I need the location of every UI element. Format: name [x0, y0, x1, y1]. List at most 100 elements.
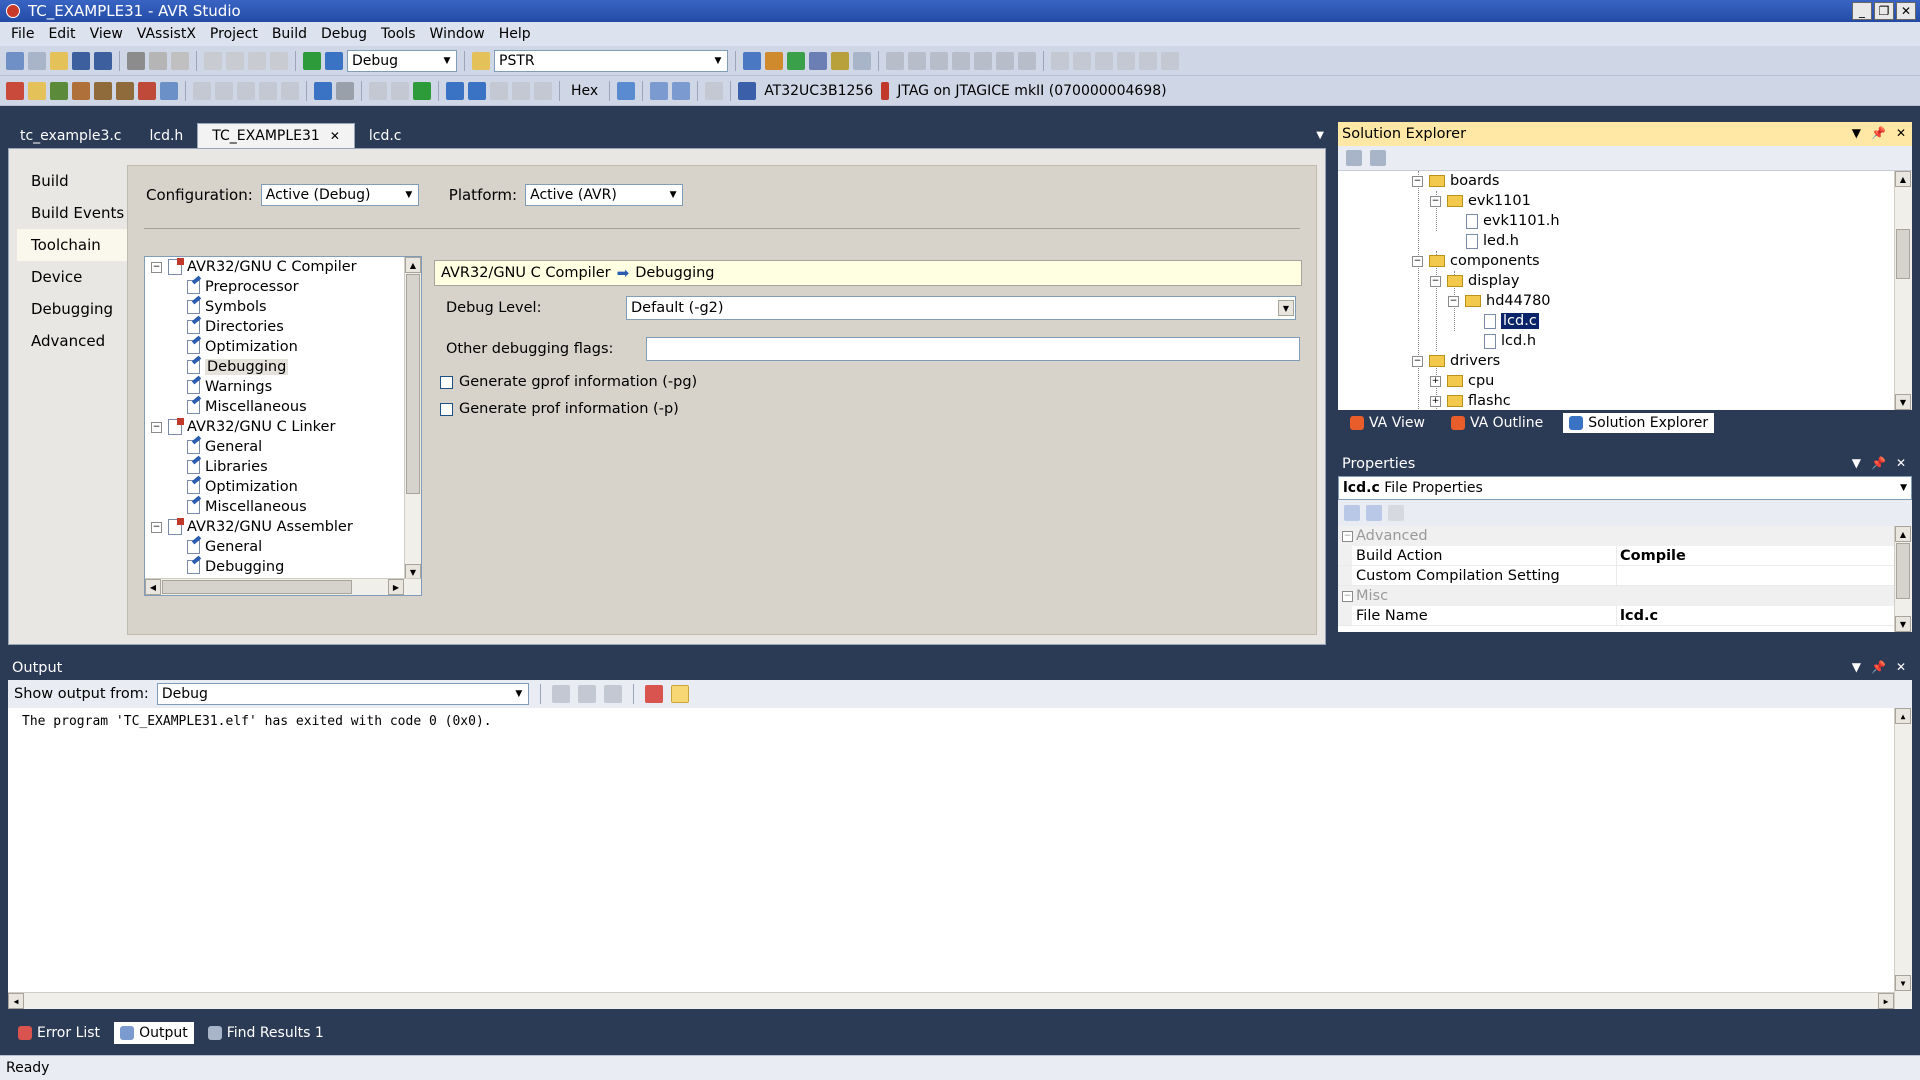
file-node[interactable]: lcd.h [1484, 331, 1536, 351]
save-icon[interactable] [72, 51, 90, 70]
cut-icon[interactable] [127, 51, 145, 70]
tab-error-list[interactable]: Error List [12, 1022, 106, 1044]
folder-node[interactable]: + flashc [1430, 391, 1511, 410]
tree-vertical-scrollbar[interactable]: ▲ ▼ [404, 257, 421, 580]
locals-window-icon[interactable] [672, 81, 691, 100]
debug-tool-label[interactable]: JTAG on JTAGICE mkII (070000004698) [893, 83, 1170, 99]
tree-node[interactable]: Directories [149, 317, 399, 337]
minimize-button[interactable]: _ [1852, 2, 1872, 20]
panel-dropdown-icon[interactable]: ▼ [1852, 126, 1861, 140]
open-folder-icon[interactable] [28, 81, 46, 100]
align-right-icon[interactable] [930, 51, 948, 70]
scroll-thumb[interactable] [406, 274, 420, 494]
copy-icon[interactable] [149, 51, 167, 70]
solution-explorer-icon[interactable] [743, 51, 761, 70]
tab-output[interactable]: Output [114, 1022, 194, 1044]
align-left-icon[interactable] [886, 51, 904, 70]
tree-node[interactable]: Miscellaneous [149, 397, 399, 417]
scroll-left-icon[interactable]: ◀ [145, 579, 161, 595]
pin-icon[interactable]: 📌 [1871, 126, 1886, 140]
panel-dropdown-icon[interactable]: ▼ [1852, 660, 1861, 674]
tab-list-chevron-icon[interactable]: ▼ [1316, 130, 1324, 141]
property-file-name[interactable]: File Name lcd.c [1338, 606, 1912, 626]
tree-node[interactable]: − AVR32/GNU C Linker [149, 417, 399, 437]
menu-debug[interactable]: Debug [314, 26, 374, 42]
nav-build-events[interactable]: Build Events [17, 197, 132, 229]
scroll-down-icon[interactable]: ▼ [1895, 616, 1911, 632]
scroll-up-icon[interactable]: ▲ [1895, 708, 1911, 724]
collapse-icon[interactable]: − [1430, 195, 1441, 207]
configuration-select[interactable]: Active (Debug) ▼ [260, 184, 419, 206]
menu-view[interactable]: View [83, 26, 130, 42]
tab-va-outline[interactable]: VA Outline [1445, 413, 1549, 433]
close-icon[interactable]: ✕ [1896, 660, 1906, 674]
tree-node[interactable]: Symbols [149, 297, 399, 317]
tree-node[interactable]: − AVR32/GNU Assembler [149, 517, 399, 537]
close-tab-icon[interactable]: ✕ [330, 129, 340, 143]
rebuild-icon[interactable] [50, 81, 68, 100]
hex-toggle-button[interactable]: Hex [567, 83, 602, 99]
gprof-checkbox[interactable] [440, 375, 453, 389]
bookmark-toggle-icon[interactable] [1051, 51, 1069, 70]
properties-window-icon[interactable] [765, 51, 783, 70]
categorized-icon[interactable] [1344, 505, 1360, 521]
prof-checkbox[interactable] [440, 402, 453, 416]
find-combo[interactable]: PSTR ▼ [494, 49, 728, 72]
scroll-right-icon[interactable]: ▶ [1878, 993, 1894, 1009]
panel-dropdown-icon[interactable]: ▼ [1852, 456, 1861, 470]
stop-debugging-icon[interactable] [336, 81, 354, 100]
outdent-icon[interactable] [974, 51, 992, 70]
collapse-icon[interactable]: − [1412, 175, 1423, 187]
scroll-thumb[interactable] [1896, 543, 1910, 599]
prof-option[interactable]: Generate prof information (-p) [440, 401, 679, 417]
io-view-icon[interactable] [237, 81, 255, 100]
object-browser-icon[interactable] [787, 51, 805, 70]
scroll-thumb[interactable] [1896, 229, 1910, 279]
nav-advanced[interactable]: Advanced [17, 325, 132, 357]
file-node[interactable]: evk1101.h [1466, 211, 1560, 231]
tab-lcd-h[interactable]: lcd.h [136, 124, 198, 148]
output-scrollbar[interactable]: ▲ ▼ [1894, 708, 1912, 1009]
menu-edit[interactable]: Edit [41, 26, 82, 42]
collapse-icon[interactable]: − [151, 261, 162, 273]
toolbox-icon[interactable] [809, 51, 827, 70]
tab-tc-example3-c[interactable]: tc_example3.c [6, 124, 136, 148]
nav-debugging[interactable]: Debugging [17, 293, 132, 325]
tree-node[interactable]: Debugging [149, 557, 399, 577]
scroll-thumb[interactable] [162, 580, 352, 594]
copy-settings-icon[interactable] [160, 81, 178, 100]
clear-all-icon[interactable] [644, 685, 663, 703]
property-build-action[interactable]: Build Action Compile [1338, 546, 1912, 566]
platform-select[interactable]: Active (AVR) ▼ [525, 184, 684, 206]
target-device-label[interactable]: AT32UC3B1256 [760, 83, 877, 99]
bookmark-previous-icon[interactable] [1073, 51, 1091, 70]
output-horizontal-scrollbar[interactable]: ◀ ▶ [8, 992, 1894, 1009]
start-debugging-icon[interactable] [303, 51, 321, 70]
tree-node[interactable]: General [149, 537, 399, 557]
menu-window[interactable]: Window [423, 26, 492, 42]
open-file-icon[interactable] [50, 51, 68, 70]
paste-icon[interactable] [171, 51, 189, 70]
scroll-left-icon[interactable]: ◀ [8, 993, 24, 1009]
step-out-icon[interactable] [490, 81, 508, 100]
navigate-backward-icon[interactable] [248, 51, 266, 70]
start-without-debugging-icon[interactable] [325, 51, 343, 70]
folder-node[interactable]: − drivers [1412, 351, 1500, 371]
close-button[interactable]: ✕ [1896, 2, 1916, 20]
step-over-icon[interactable] [468, 81, 486, 100]
registers-window-icon[interactable] [215, 81, 233, 100]
nav-device[interactable]: Device [17, 261, 132, 293]
show-next-statement-icon[interactable] [369, 81, 387, 100]
file-node[interactable]: led.h [1466, 231, 1519, 251]
output-source-select[interactable]: Debug ▼ [156, 683, 529, 705]
tree-node[interactable]: Warnings [149, 377, 399, 397]
tree-node[interactable]: Miscellaneous [149, 497, 399, 517]
tab-lcd-c[interactable]: lcd.c [355, 124, 416, 148]
navigate-forward-icon[interactable] [270, 51, 288, 70]
processor-view-icon[interactable] [259, 81, 277, 100]
tree-node[interactable]: Libraries [149, 457, 399, 477]
tab-find-results[interactable]: Find Results 1 [202, 1022, 330, 1044]
scroll-right-icon[interactable]: ▶ [388, 579, 404, 595]
uncomment-icon[interactable] [1018, 51, 1036, 70]
next-message-icon[interactable] [603, 685, 622, 703]
